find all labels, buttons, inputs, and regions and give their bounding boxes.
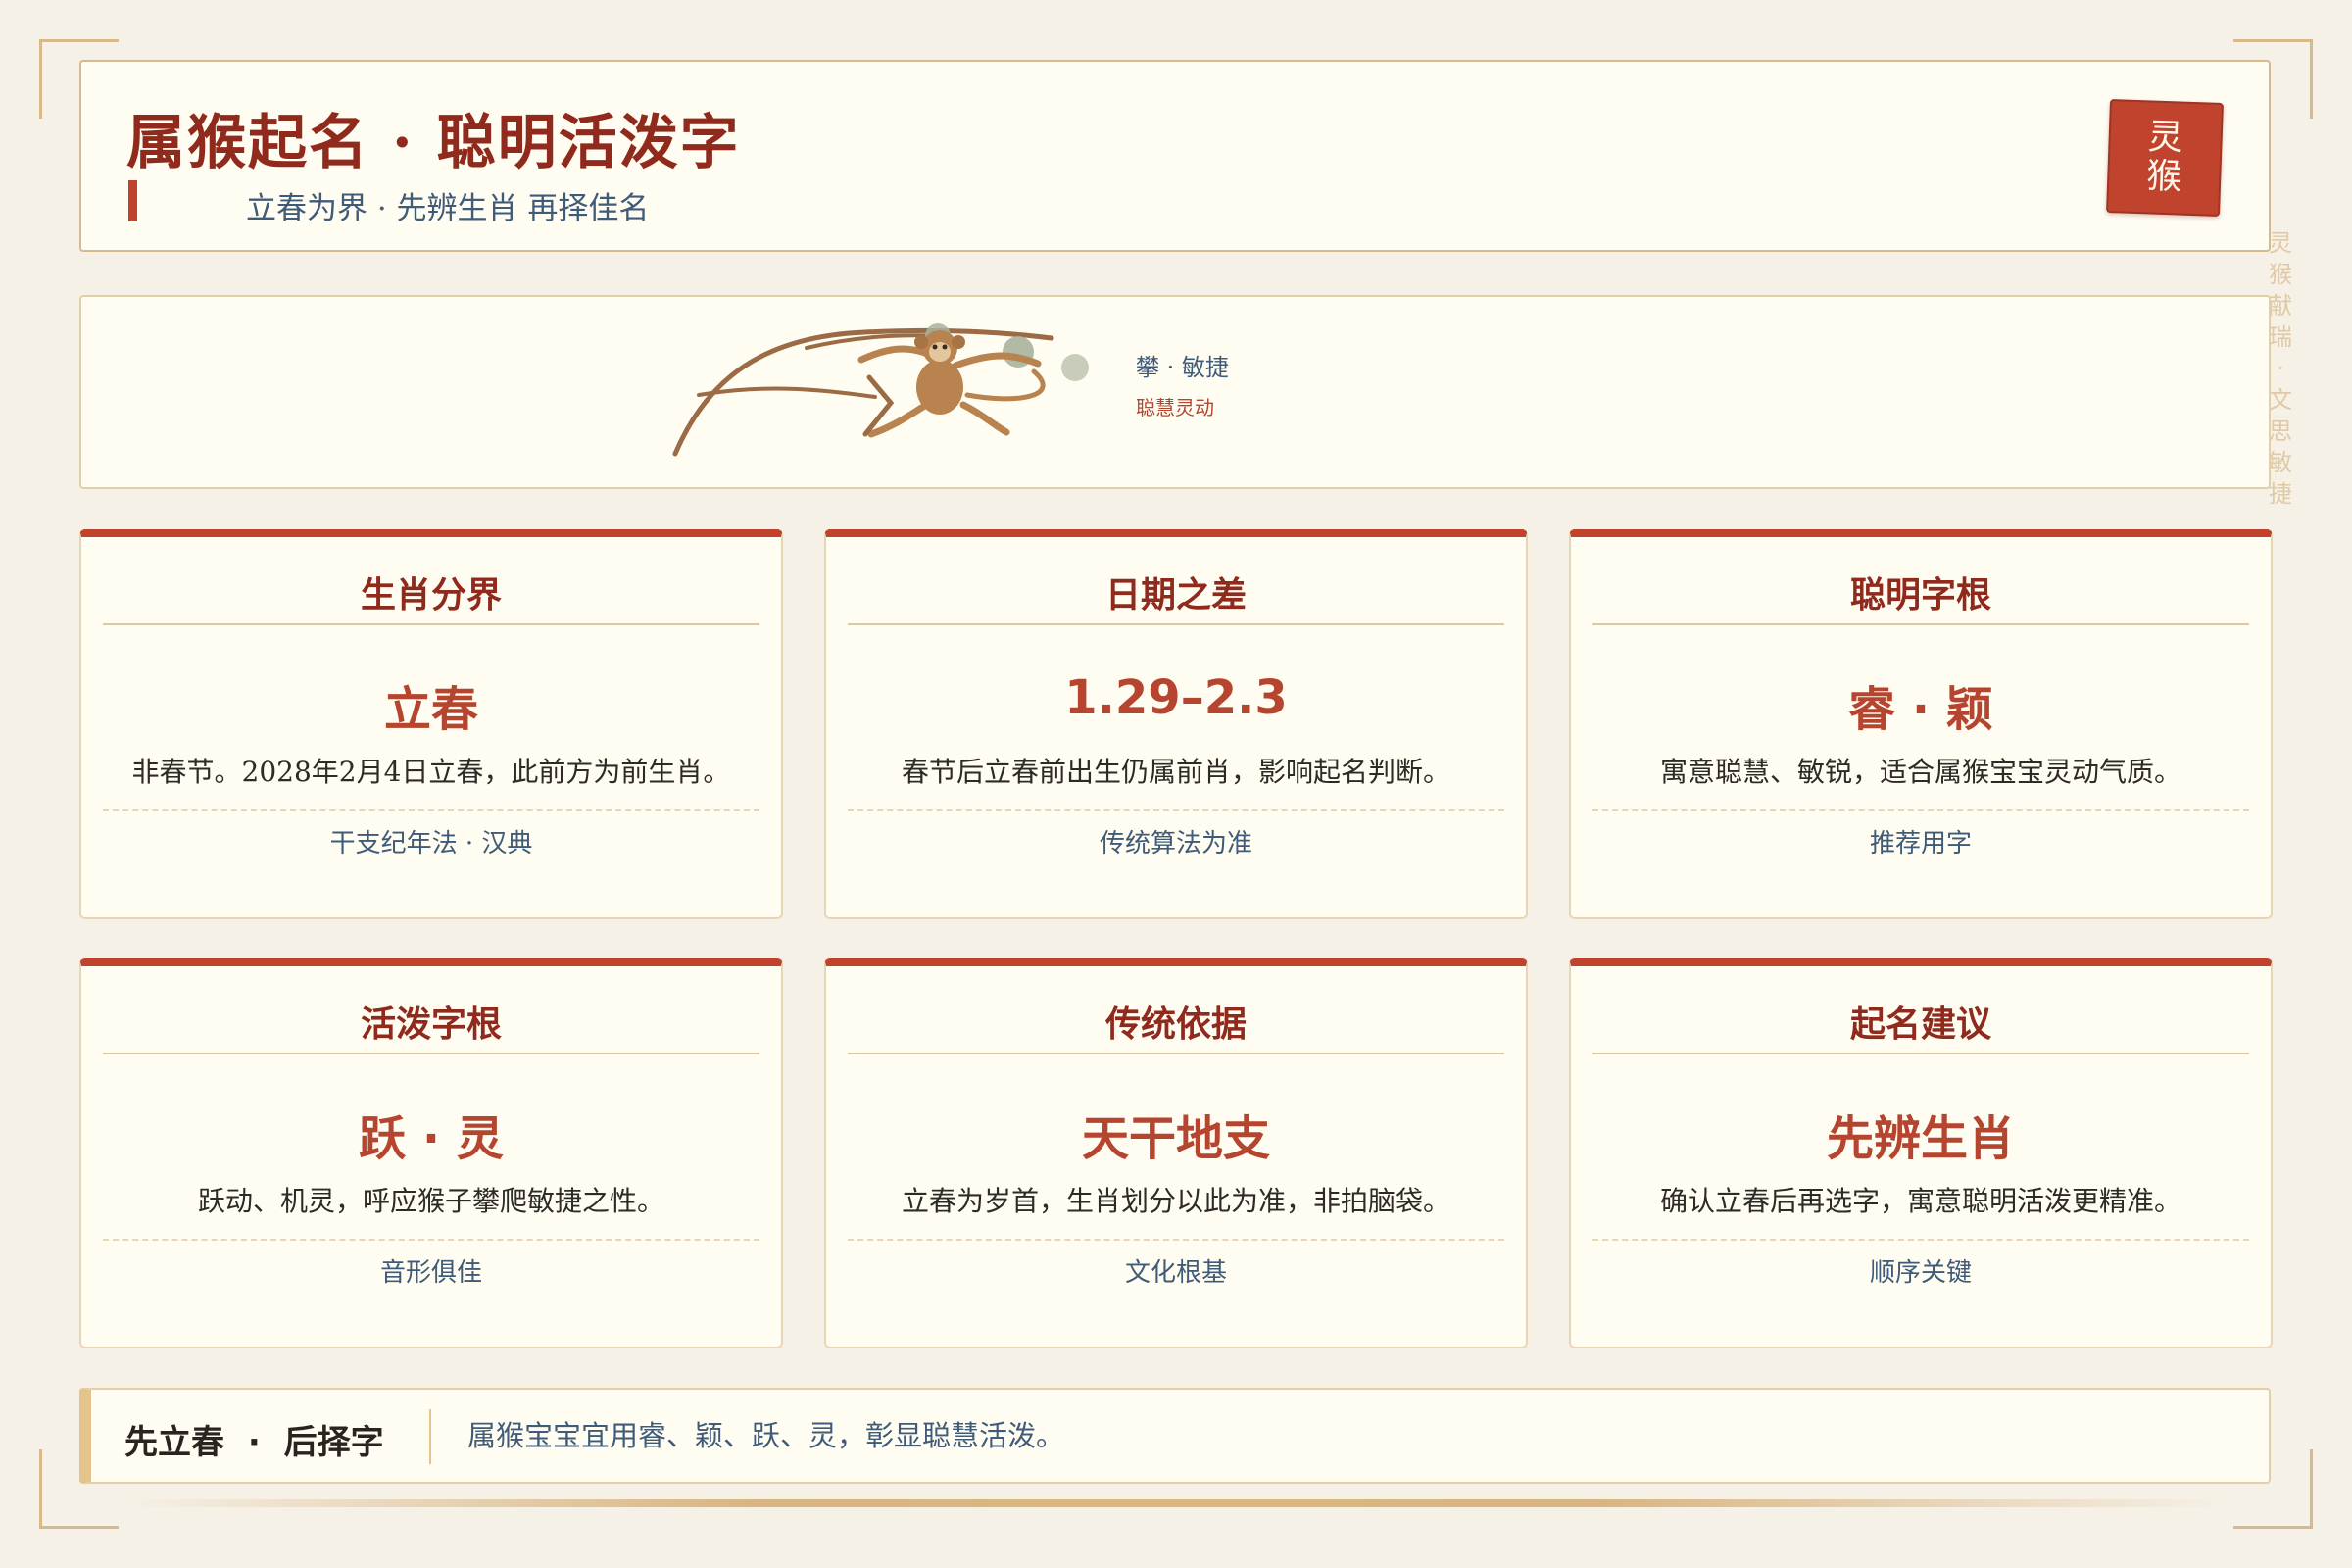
card-key-term: 睿 · 颖	[1848, 682, 1993, 737]
card-heading: 日期之差	[848, 566, 1504, 625]
illustration-banner: 攀 · 敏捷 聪慧灵动	[79, 295, 2271, 489]
card-note: 文化根基	[1124, 1258, 1227, 1288]
seal-stamp: 灵猴	[2106, 99, 2224, 217]
card-key-term: 立春	[383, 682, 478, 737]
page-title: 属猴起名 · 聪明活泼字	[126, 109, 741, 177]
summary-text: 属猴宝宝宜用睿、颖、跃、灵，彰显聪慧活泼。	[467, 1419, 1065, 1452]
card-divider	[848, 1239, 1504, 1241]
banner-caption: 聪慧灵动	[1136, 396, 1214, 419]
card-heading: 活泼字根	[103, 996, 760, 1054]
card-note: 音形俱佳	[379, 1258, 482, 1288]
card-description: 寓意聪慧、敏锐，适合属猴宝宝灵动气质。	[1659, 756, 2181, 788]
card-heading: 起名建议	[1592, 996, 2249, 1054]
card-divider	[848, 809, 1504, 811]
card-key-term: 跃 · 灵	[359, 1111, 504, 1166]
card-divider	[103, 809, 760, 811]
info-card-zodiac-boundary: 生肖分界 立春 非春节。2028年2月4日立春，此前方为前生肖。 干支纪年法 ·…	[79, 529, 783, 919]
page-subtitle: 立春为界 · 先辨生肖 再择佳名	[246, 191, 650, 226]
vertical-side-note: 灵猴献瑞 · 文思敏捷	[2269, 229, 2292, 508]
poster-page: 属猴起名 · 聪明活泼字 立春为界 · 先辨生肖 再择佳名 灵猴 灵猴献瑞 · …	[0, 0, 2352, 1568]
card-note: 推荐用字	[1869, 829, 1972, 858]
card-description: 立春为岁首，生肖划分以此为准，非拍脑袋。	[901, 1185, 1450, 1217]
card-divider	[1592, 1239, 2249, 1241]
card-description: 跃动、机灵，呼应猴子攀爬敏捷之性。	[197, 1185, 664, 1217]
card-description: 春节后立春前出生仍属前肖，影响起名判断。	[901, 756, 1450, 788]
card-heading: 聪明字根	[1592, 566, 2249, 625]
info-card-tradition: 传统依据 天干地支 立春为岁首，生肖划分以此为准，非拍脑袋。 文化根基	[824, 958, 1528, 1348]
card-key-term: 先辨生肖	[1826, 1111, 2015, 1166]
card-note: 顺序关键	[1869, 1258, 1972, 1288]
info-card-naming-advice: 起名建议 先辨生肖 确认立春后再选字，寓意聪明活泼更精准。 顺序关键	[1569, 958, 2273, 1348]
header-panel: 属猴起名 · 聪明活泼字 立春为界 · 先辨生肖 再择佳名 灵猴	[79, 60, 2271, 252]
banner-label: 攀 · 敏捷	[1136, 354, 1229, 381]
card-note: 干支纪年法 · 汉典	[329, 829, 533, 858]
info-card-lively-roots: 活泼字根 跃 · 灵 跃动、机灵，呼应猴子攀爬敏捷之性。 音形俱佳	[79, 958, 783, 1348]
card-divider	[103, 1239, 760, 1241]
card-heading: 传统依据	[848, 996, 1504, 1054]
card-heading: 生肖分界	[103, 566, 760, 625]
card-description: 非春节。2028年2月4日立春，此前方为前生肖。	[131, 756, 731, 788]
subtitle-accent-bar	[128, 180, 137, 221]
card-divider	[1592, 809, 2249, 811]
seal-stamp-text: 灵猴	[2145, 117, 2184, 198]
card-note: 传统算法为准	[1099, 829, 1252, 858]
summary-title: 先立春 · 后择字	[124, 1423, 384, 1462]
card-key-term: 1.29–2.3	[1064, 670, 1288, 725]
info-card-smart-roots: 聪明字根 睿 · 颖 寓意聪慧、敏锐，适合属猴宝宝灵动气质。 推荐用字	[1569, 529, 2273, 919]
summary-banner: 先立春 · 后择字 属猴宝宝宜用睿、颖、跃、灵，彰显聪慧活泼。	[79, 1388, 2271, 1484]
card-description: 确认立春后再选字，寓意聪明活泼更精准。	[1659, 1185, 2181, 1217]
summary-divider	[429, 1409, 431, 1464]
info-card-date-gap: 日期之差 1.29–2.3 春节后立春前出生仍属前肖，影响起名判断。 传统算法为…	[824, 529, 1528, 919]
bottom-gold-line	[118, 1499, 2234, 1507]
card-key-term: 天干地支	[1081, 1111, 1270, 1166]
